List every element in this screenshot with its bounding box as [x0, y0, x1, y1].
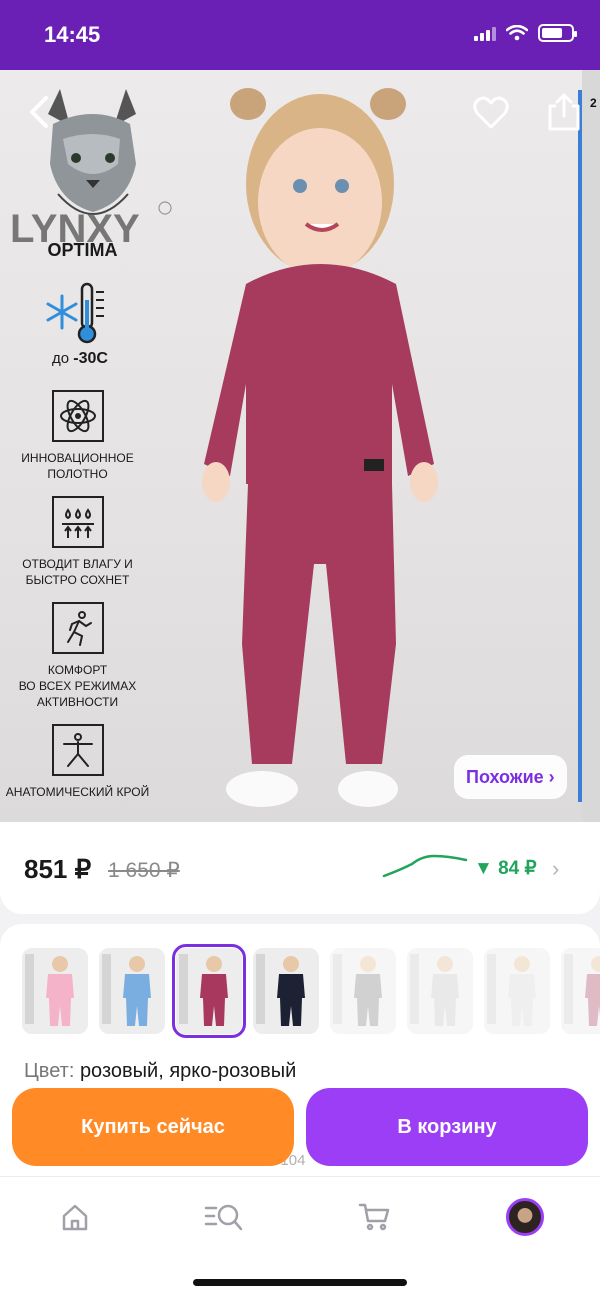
feature-moisture: ОТВОДИТ ВЛАГУ И БЫСТРО СОХНЕТ	[0, 496, 155, 588]
temperature-value: -30С	[73, 350, 108, 367]
next-image-number: 2	[590, 96, 597, 110]
feature-cut: АНАТОМИЧЕСКИЙ КРОЙ	[0, 724, 155, 800]
product-model-image	[202, 88, 438, 807]
similar-products-button[interactable]: Похожие ›	[454, 755, 567, 799]
snowflake-thermometer-icon	[46, 282, 104, 344]
feature-moisture-text: ОТВОДИТ ВЛАГУ И БЫСТРО СОХНЕТ	[22, 557, 133, 587]
avatar	[506, 1198, 544, 1236]
status-time: 14:45	[44, 22, 101, 47]
color-variant-thumb[interactable]	[22, 948, 88, 1034]
color-variant-list	[22, 944, 600, 1038]
running-person-icon	[66, 611, 92, 646]
catalog-search-icon	[204, 1204, 243, 1231]
color-variant-thumb[interactable]	[99, 948, 165, 1034]
price-trend-sparkline[interactable]	[382, 850, 468, 880]
feature-comfort: КОМФОРТ ВО ВСЕХ РЕЖИМАХ АКТИВНОСТИ	[0, 602, 155, 710]
color-variant-thumb[interactable]	[330, 948, 396, 1034]
price-drop-value[interactable]: ▼ 84 ₽	[474, 857, 537, 880]
product-image-gallery[interactable]: 2 LYNXY OPTIMA до -30С ИННОВАЦИОННОЕ ПОЛ…	[0, 70, 600, 822]
next-image-border	[578, 90, 582, 802]
cart-icon	[358, 1203, 390, 1231]
feature-cut-text: АНАТОМИЧЕСКИЙ КРОЙ	[5, 785, 150, 799]
color-label: Цвет:	[24, 1060, 75, 1082]
status-bar: 14:45	[0, 0, 600, 70]
selected-color: Цвет: розовый, ярко-розовый	[24, 1060, 296, 1083]
price-old: 1 650 ₽	[108, 859, 180, 882]
signal-icon	[474, 25, 496, 41]
feature-fabric-text: ИННОВАЦИОННОЕ ПОЛОТНО	[21, 451, 134, 481]
tab-cart[interactable]	[354, 1197, 394, 1237]
heart-icon[interactable]	[472, 94, 510, 132]
temperature-label: до -30С	[20, 350, 140, 368]
feature-fabric: ИННОВАЦИОННОЕ ПОЛОТНО	[0, 390, 155, 482]
status-icons	[474, 24, 577, 42]
battery-icon	[538, 24, 577, 42]
price-current: 851 ₽	[24, 854, 92, 884]
temperature-prefix: до	[52, 350, 70, 367]
home-indicator	[193, 1279, 407, 1286]
feature-comfort-text: КОМФОРТ ВО ВСЕХ РЕЖИМАХ АКТИВНОСТИ	[18, 663, 137, 709]
moisture-icon	[61, 508, 94, 538]
tab-catalog[interactable]	[204, 1197, 244, 1237]
color-value: розовый, ярко-розовый	[79, 1060, 297, 1082]
brand-subtitle: OPTIMA	[47, 240, 118, 260]
wifi-icon	[506, 25, 528, 41]
stretching-person-icon	[62, 733, 93, 767]
color-variant-thumb[interactable]	[172, 944, 246, 1038]
atom-icon	[59, 399, 96, 433]
color-variant-thumb[interactable]	[561, 948, 600, 1034]
chevron-right-icon[interactable]: ›	[552, 856, 559, 882]
next-image-peek[interactable]	[582, 70, 600, 822]
tab-home[interactable]	[55, 1197, 95, 1237]
home-icon	[62, 1204, 88, 1231]
share-icon[interactable]	[546, 92, 582, 132]
price-card: 851 ₽ 1 650 ₽ ▼ 84 ₽ ›	[0, 822, 600, 914]
color-variant-thumb[interactable]	[253, 948, 319, 1034]
buy-now-button[interactable]: Купить сейчас	[12, 1088, 294, 1166]
back-chevron-icon[interactable]	[22, 94, 58, 130]
color-variant-thumb[interactable]	[407, 948, 473, 1034]
add-to-cart-button[interactable]: В корзину	[306, 1088, 588, 1166]
color-variant-thumb[interactable]	[484, 948, 550, 1034]
tab-profile[interactable]	[505, 1197, 545, 1237]
